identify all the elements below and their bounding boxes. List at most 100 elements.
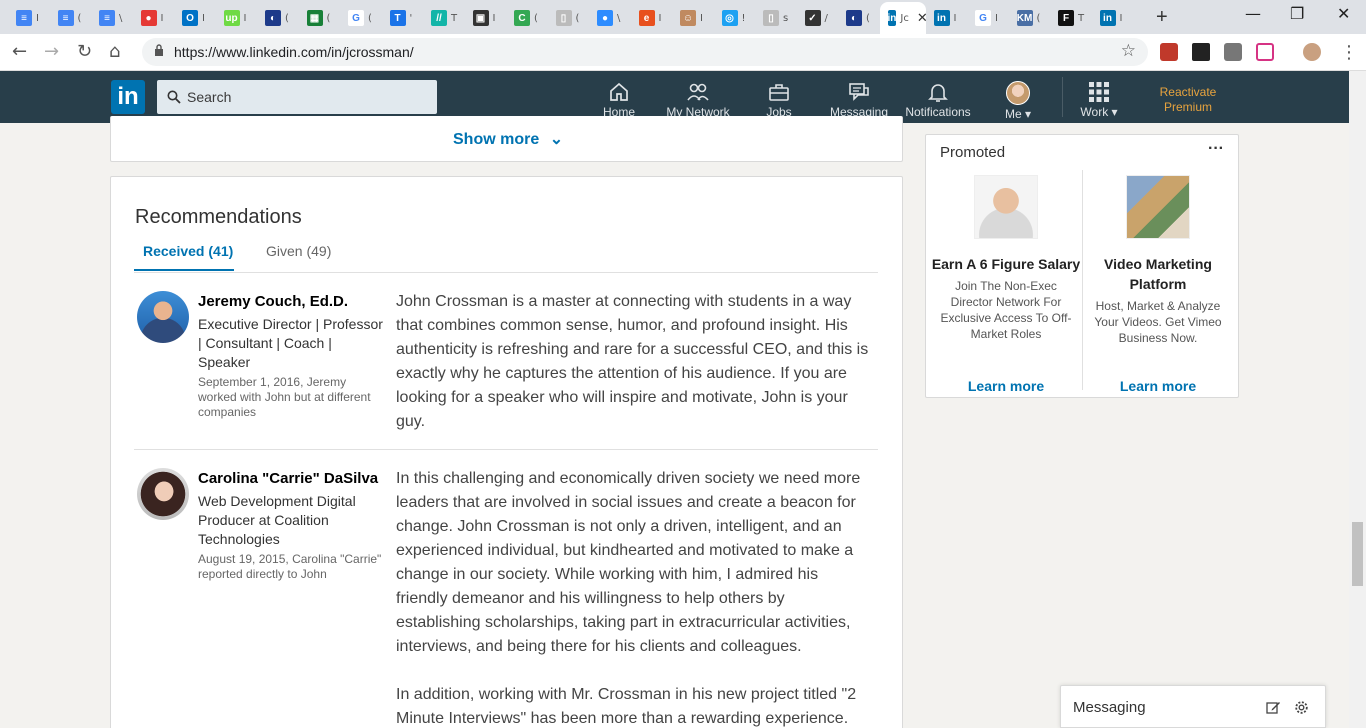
chrome-menu-icon[interactable]: ⋮	[1340, 42, 1358, 63]
messaging-overlay-bar[interactable]: Messaging	[1060, 685, 1326, 728]
pdf-extension-icon[interactable]	[1160, 43, 1178, 61]
tab-title: (	[326, 12, 331, 24]
address-bar[interactable]: https://www.linkedin.com/in/jcrossman/ ☆	[142, 38, 1148, 66]
page-scrollbar[interactable]	[1349, 71, 1366, 728]
more-options-icon[interactable]: ···	[1208, 140, 1224, 158]
tab-title: T	[451, 12, 458, 24]
tab-favicon-icon: //	[431, 10, 447, 26]
browser-tab[interactable]: in I	[1092, 4, 1133, 32]
browser-tab[interactable]: GI	[967, 4, 1008, 32]
browser-tab[interactable]: FT	[1050, 4, 1091, 32]
bell-icon	[928, 84, 948, 102]
browser-tab[interactable]: ◐(	[838, 4, 879, 32]
premium-line-2: Premium	[1163, 100, 1212, 114]
browser-tab[interactable]: G(	[340, 4, 381, 32]
messaging-icon	[849, 83, 869, 101]
nav-work[interactable]: Work ▾	[1074, 71, 1124, 123]
buffer-extension-icon[interactable]	[1192, 43, 1210, 61]
grid-icon	[1089, 82, 1109, 102]
tab-favicon-icon: O	[182, 10, 198, 26]
avatar-jeremy-couch[interactable]	[137, 291, 189, 343]
browser-tab[interactable]: ◎!	[714, 4, 755, 32]
browser-tab[interactable]: ☺ I	[672, 4, 713, 32]
browser-tab[interactable]: eI	[631, 4, 672, 32]
minimize-icon[interactable]: —	[1245, 4, 1261, 23]
recommender-name[interactable]: Carolina "Carrie" DaSilva	[198, 470, 378, 487]
ad-image-executive[interactable]	[974, 175, 1038, 239]
search-input[interactable]	[157, 80, 437, 114]
reactivate-premium-link[interactable]: Reactivate Premium	[1148, 85, 1228, 115]
learn-more-link[interactable]: Learn more	[931, 378, 1081, 394]
browser-tab[interactable]: in Jc ✕	[879, 2, 928, 34]
b-extension-icon[interactable]	[1256, 43, 1274, 61]
browser-tab[interactable]: ▣ I	[465, 4, 506, 32]
caret-down-icon: ▾	[1024, 107, 1032, 121]
tab-favicon-icon: ✓	[804, 10, 821, 26]
browser-tab[interactable]: up I	[216, 4, 257, 32]
browser-tab[interactable]: KM(	[1009, 4, 1050, 32]
browser-tab[interactable]: ≡ \	[91, 4, 132, 32]
recommender-name[interactable]: Jeremy Couch, Ed.D.	[198, 293, 348, 310]
tab-favicon-icon: in	[933, 10, 950, 26]
home-icon[interactable]: ⌂	[109, 41, 120, 62]
nav-me[interactable]: Me ▾	[998, 71, 1038, 123]
tab-favicon-icon: ≡	[57, 10, 74, 26]
recommendation-text: In this challenging and economically dri…	[396, 470, 861, 655]
tab-title: !	[741, 12, 746, 24]
browser-tab[interactable]: ✓ /	[797, 4, 838, 32]
close-window-icon[interactable]: ✕	[1337, 4, 1350, 23]
forward-icon[interactable]: →	[44, 41, 59, 62]
avatar-carolina-dasilva[interactable]	[137, 468, 189, 520]
new-tab-button[interactable]: +	[1156, 6, 1168, 29]
page-scrollbar-thumb[interactable]	[1352, 522, 1363, 586]
browser-tab[interactable]: ▯(	[548, 4, 589, 32]
tab-title: I	[160, 12, 164, 24]
browser-tab[interactable]: // T	[423, 4, 464, 32]
ad-title[interactable]: Video Marketing Platform	[1083, 254, 1233, 294]
show-more-button[interactable]: Show more ⌄	[453, 129, 563, 149]
browser-tab[interactable]: ≡(	[50, 4, 91, 32]
tab-title: (	[285, 12, 289, 24]
back-icon[interactable]: ←	[12, 41, 27, 62]
browser-tab[interactable]: ● \	[589, 4, 630, 32]
nav-me-label: Me	[1004, 107, 1022, 121]
settings-gear-icon[interactable]	[1294, 700, 1309, 715]
reload-icon[interactable]: ↻	[77, 41, 92, 62]
recommendations-title: Recommendations	[135, 206, 302, 228]
ad-image-video-team[interactable]	[1126, 175, 1190, 239]
browser-tab[interactable]: OI	[174, 4, 215, 32]
browser-tab[interactable]: ▯ s	[755, 4, 796, 32]
tab-title: I	[243, 12, 247, 24]
extension-off-icon[interactable]	[1224, 43, 1242, 61]
chevron-down-icon: ⌄	[549, 131, 564, 148]
compose-icon[interactable]	[1266, 700, 1281, 715]
tab-favicon-icon: F	[1058, 10, 1074, 26]
browser-tab[interactable]: ● I	[133, 4, 174, 32]
profile-avatar-icon[interactable]	[1303, 43, 1321, 61]
premium-line-1: Reactivate	[1159, 85, 1217, 99]
browser-tab[interactable]: in I	[926, 4, 967, 32]
recommendation-divider	[134, 449, 878, 450]
bookmark-star-icon[interactable]: ☆	[1121, 41, 1136, 61]
tab-favicon-icon: ≡	[99, 10, 115, 26]
tab-title: \	[119, 12, 123, 24]
browser-tab[interactable]: ◐(	[257, 4, 298, 32]
tab-received[interactable]: Received (41)	[143, 243, 233, 259]
browser-tab[interactable]: ▦(	[299, 4, 340, 32]
tab-favicon-icon: G	[348, 10, 364, 26]
restore-icon[interactable]: ❐	[1290, 4, 1304, 23]
linkedin-logo[interactable]: in	[111, 80, 145, 114]
tab-title: (	[866, 12, 870, 24]
nav-notifications[interactable]: Notifications	[903, 71, 973, 123]
tab-favicon-icon: e	[638, 10, 655, 26]
browser-tab[interactable]: T '	[382, 4, 423, 32]
tab-favicon-icon: ◐	[265, 10, 281, 26]
learn-more-link[interactable]: Learn more	[1083, 378, 1233, 394]
browser-tab[interactable]: C(	[506, 4, 547, 32]
tab-title: '	[409, 12, 413, 24]
tab-given[interactable]: Given (49)	[266, 243, 331, 259]
my-network-icon	[687, 83, 709, 101]
ad-title[interactable]: Earn A 6 Figure Salary	[931, 254, 1081, 274]
tab-title: I	[36, 12, 39, 24]
browser-tab[interactable]: ≡ I	[8, 4, 49, 32]
